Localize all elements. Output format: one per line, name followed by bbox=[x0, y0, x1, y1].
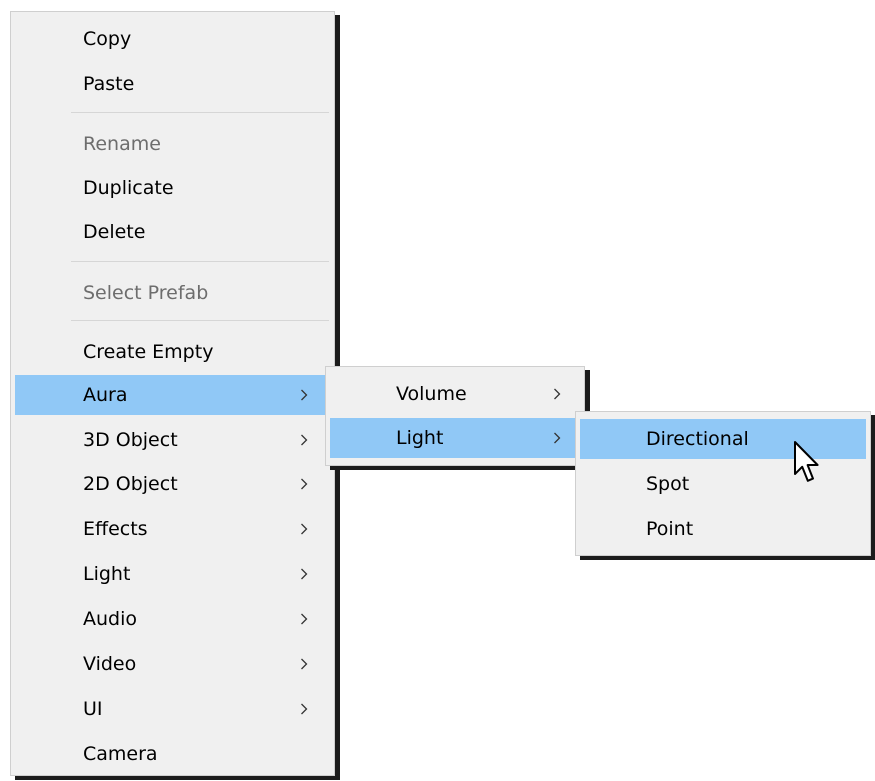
chevron-right-icon bbox=[296, 375, 312, 415]
menu-item-label: Light bbox=[396, 427, 444, 449]
menu-item-label: Camera bbox=[83, 743, 158, 765]
chevron-right-icon bbox=[549, 418, 565, 458]
menu-item-label: Video bbox=[83, 653, 137, 675]
menu-item-directional[interactable]: Directional bbox=[580, 419, 866, 459]
menu-item-label: Select Prefab bbox=[83, 282, 209, 304]
chevron-right-icon bbox=[296, 509, 312, 549]
menu-item-delete[interactable]: Delete bbox=[15, 212, 330, 252]
menu-item-duplicate[interactable]: Duplicate bbox=[15, 168, 330, 208]
menu-item-label: Volume bbox=[396, 383, 467, 405]
menu-item-label: Audio bbox=[83, 608, 138, 630]
menu-item-camera[interactable]: Camera bbox=[15, 734, 330, 774]
menu-item-label: Point bbox=[646, 518, 694, 540]
menu-item-rename[interactable]: Rename bbox=[15, 124, 330, 164]
menu-item-label: Create Empty bbox=[83, 341, 214, 363]
menu-item-label: Light bbox=[83, 563, 131, 585]
menu-separator bbox=[71, 320, 329, 321]
chevron-right-icon bbox=[296, 420, 312, 460]
menu-item-light[interactable]: Light bbox=[15, 554, 330, 594]
menu-item-label: Spot bbox=[646, 473, 690, 495]
light-submenu: Directional Spot Point bbox=[575, 411, 871, 556]
chevron-right-icon bbox=[296, 599, 312, 639]
menu-item-label: Paste bbox=[83, 73, 135, 95]
menu-item-ui[interactable]: UI bbox=[15, 689, 330, 729]
menu-item-3d-object[interactable]: 3D Object bbox=[15, 420, 330, 460]
menu-item-label: Directional bbox=[646, 428, 749, 450]
chevron-right-icon bbox=[296, 689, 312, 729]
chevron-right-icon bbox=[296, 464, 312, 504]
menu-item-label: 2D Object bbox=[83, 473, 178, 495]
menu-item-label: Effects bbox=[83, 518, 148, 540]
menu-separator bbox=[71, 261, 329, 262]
chevron-right-icon bbox=[296, 644, 312, 684]
chevron-right-icon bbox=[549, 374, 565, 414]
menu-item-copy[interactable]: Copy bbox=[15, 19, 330, 59]
menu-item-label: Aura bbox=[83, 384, 128, 406]
menu-item-volume[interactable]: Volume bbox=[330, 374, 580, 414]
menu-item-select-prefab[interactable]: Select Prefab bbox=[15, 273, 330, 313]
menu-item-paste[interactable]: Paste bbox=[15, 64, 330, 104]
menu-item-label: 3D Object bbox=[83, 429, 178, 451]
aura-submenu: Volume Light bbox=[325, 366, 585, 466]
menu-item-create-empty[interactable]: Create Empty bbox=[15, 332, 330, 372]
menu-item-light[interactable]: Light bbox=[330, 418, 580, 458]
menu-item-label: Rename bbox=[83, 133, 161, 155]
menu-item-aura[interactable]: Aura bbox=[15, 375, 330, 415]
menu-item-spot[interactable]: Spot bbox=[580, 464, 866, 504]
mouse-pointer-icon bbox=[794, 441, 819, 482]
menu-item-2d-object[interactable]: 2D Object bbox=[15, 464, 330, 504]
menu-item-point[interactable]: Point bbox=[580, 509, 866, 549]
menu-separator bbox=[71, 112, 329, 113]
menu-item-label: Copy bbox=[83, 28, 132, 50]
menu-item-label: UI bbox=[83, 698, 103, 720]
menu-item-effects[interactable]: Effects bbox=[15, 509, 330, 549]
chevron-right-icon bbox=[296, 554, 312, 594]
menu-item-label: Duplicate bbox=[83, 177, 174, 199]
menu-item-video[interactable]: Video bbox=[15, 644, 330, 684]
menu-item-audio[interactable]: Audio bbox=[15, 599, 330, 639]
context-menu: Copy Paste Rename Duplicate Delete Selec… bbox=[10, 11, 335, 776]
menu-item-label: Delete bbox=[83, 221, 146, 243]
